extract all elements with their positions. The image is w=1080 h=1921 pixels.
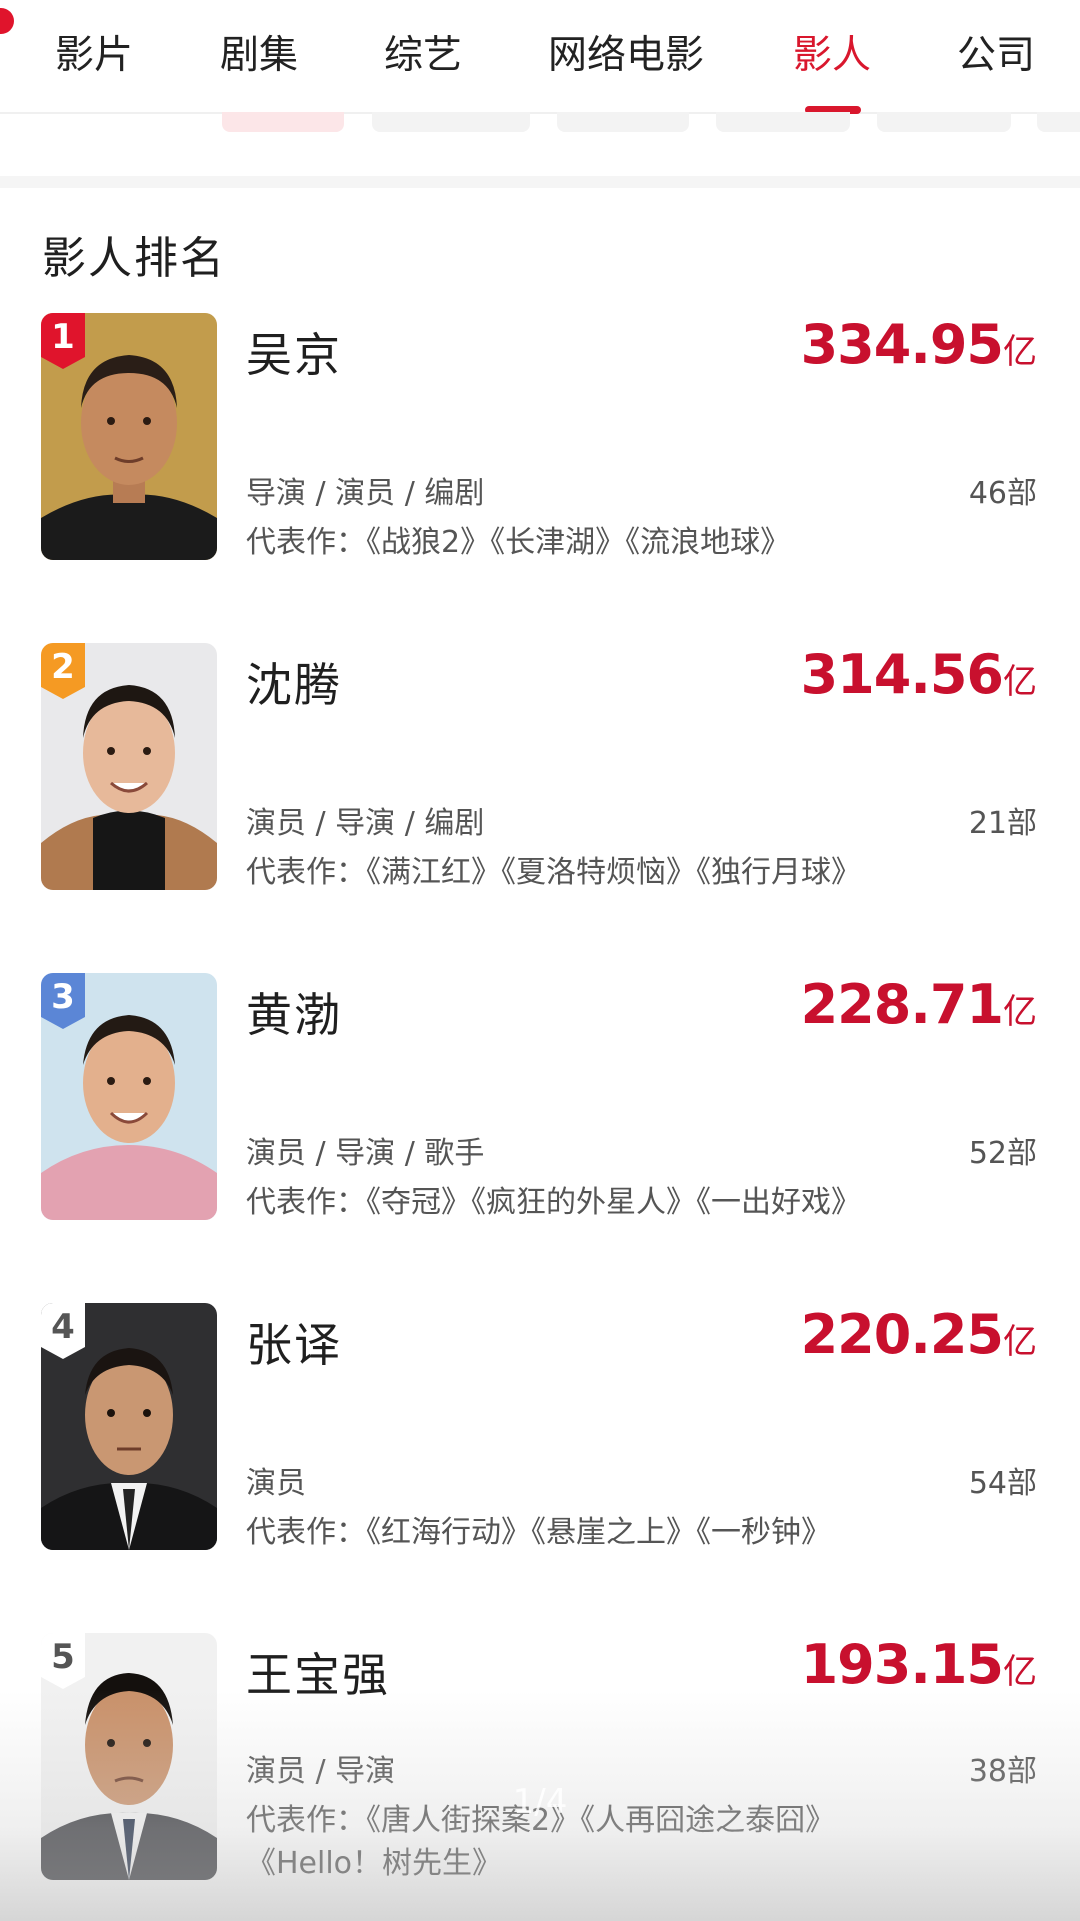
ranking-row[interactable]: 3 黄渤 228.71亿 演员 / 导演 / 歌手 52部 代表作：《夺冠》《疯… <box>0 973 1080 1223</box>
rank-badge: 3 <box>41 973 93 1033</box>
representative-works: 代表作：《唐人街探案2》《人再囧途之泰囧》《Hello！树先生》 <box>246 1803 836 1881</box>
box-office-unit: 亿 <box>1003 662 1037 702</box>
box-office-total: 314.56亿 <box>801 643 1037 706</box>
representative-works: 代表作：《战狼2》《长津湖》《流浪地球》 <box>246 525 791 560</box>
rank-badge: 1 <box>41 313 93 373</box>
box-office-unit: 亿 <box>1003 1652 1037 1692</box>
person-roles: 演员 / 导演 <box>246 1754 396 1789</box>
tab-series[interactable]: 剧集 <box>220 26 298 86</box>
person-roles: 导演 / 演员 / 编剧 <box>246 476 485 511</box>
ranking-row[interactable]: 2 沈腾 314.56亿 演员 / 导演 / 编剧 21部 代表作：《满江红》《… <box>0 643 1080 893</box>
representative-works: 代表作：《满江红》《夏洛特烦恼》《独行月球》 <box>246 855 861 890</box>
box-office-value: 220.25 <box>800 1303 1004 1366</box>
section-title: 影人排名 <box>42 233 226 284</box>
avatar: 5 <box>41 1633 217 1880</box>
box-office-total: 220.25亿 <box>801 1303 1037 1366</box>
box-office-value: 193.15 <box>800 1633 1004 1696</box>
ranking-row[interactable]: 1 吴京 334.95亿 导演 / 演员 / 编剧 46部 代表作：《战狼2》《… <box>0 313 1080 563</box>
box-office-total: 334.95亿 <box>801 313 1037 376</box>
box-office-total: 193.15亿 <box>801 1633 1037 1696</box>
filter-chip[interactable] <box>1037 112 1080 132</box>
person-name[interactable]: 张译 <box>246 1309 342 1375</box>
representative-works: 代表作：《夺冠》《疯狂的外星人》《一出好戏》 <box>246 1185 861 1220</box>
avatar: 3 <box>41 973 217 1220</box>
rank-badge: 5 <box>41 1633 93 1693</box>
avatar: 2 <box>41 643 217 890</box>
film-count: 54部 <box>968 1466 1037 1501</box>
film-count: 52部 <box>968 1136 1037 1171</box>
person-name[interactable]: 王宝强 <box>246 1639 390 1705</box>
tab-web-films[interactable]: 网络电影 <box>548 26 704 86</box>
tab-companies[interactable]: 公司 <box>957 26 1035 86</box>
film-count: 46部 <box>968 476 1037 511</box>
section-divider <box>0 176 1080 188</box>
page-indicator: 1/4 <box>512 1782 568 1822</box>
notification-dot <box>0 8 14 34</box>
box-office-unit: 亿 <box>1003 992 1037 1032</box>
person-name[interactable]: 沈腾 <box>246 649 342 715</box>
representative-works: 代表作：《红海行动》《悬崖之上》《一秒钟》 <box>246 1515 831 1550</box>
person-name[interactable]: 吴京 <box>246 319 342 385</box>
rank-badge: 2 <box>41 643 93 703</box>
box-office-value: 334.95 <box>800 313 1004 376</box>
film-count: 38部 <box>968 1754 1037 1789</box>
filter-chip[interactable] <box>372 112 530 132</box>
person-name[interactable]: 黄渤 <box>246 979 342 1045</box>
film-count: 21部 <box>968 806 1037 841</box>
avatar: 4 <box>41 1303 217 1550</box>
filter-chip[interactable] <box>877 112 1011 132</box>
filter-chip[interactable] <box>557 112 689 132</box>
ranking-row[interactable]: 5 王宝强 193.15亿 演员 / 导演 38部 代表作：《唐人街探案2》《人… <box>0 1633 1080 1921</box>
box-office-unit: 亿 <box>1003 1322 1037 1362</box>
tab-people[interactable]: 影人 <box>793 26 871 86</box>
box-office-value: 314.56 <box>800 643 1004 706</box>
person-roles: 演员 <box>246 1466 306 1501</box>
ranking-row[interactable]: 4 张译 220.25亿 演员 54部 代表作：《红海行动》《悬崖之上》《一秒钟… <box>0 1303 1080 1553</box>
filter-chip[interactable] <box>716 112 850 132</box>
filter-chip[interactable] <box>222 112 344 132</box>
tab-variety[interactable]: 综艺 <box>384 26 462 86</box>
person-roles: 演员 / 导演 / 歌手 <box>246 1136 485 1171</box>
box-office-total: 228.71亿 <box>801 973 1037 1036</box>
avatar: 1 <box>41 313 217 560</box>
rank-badge: 4 <box>41 1303 93 1363</box>
tab-films[interactable]: 影片 <box>55 26 133 86</box>
category-tab-bar: 影片 剧集 综艺 网络电影 影人 公司 <box>0 0 1080 114</box>
box-office-value: 228.71 <box>800 973 1004 1036</box>
box-office-unit: 亿 <box>1003 332 1037 372</box>
person-roles: 演员 / 导演 / 编剧 <box>246 806 485 841</box>
